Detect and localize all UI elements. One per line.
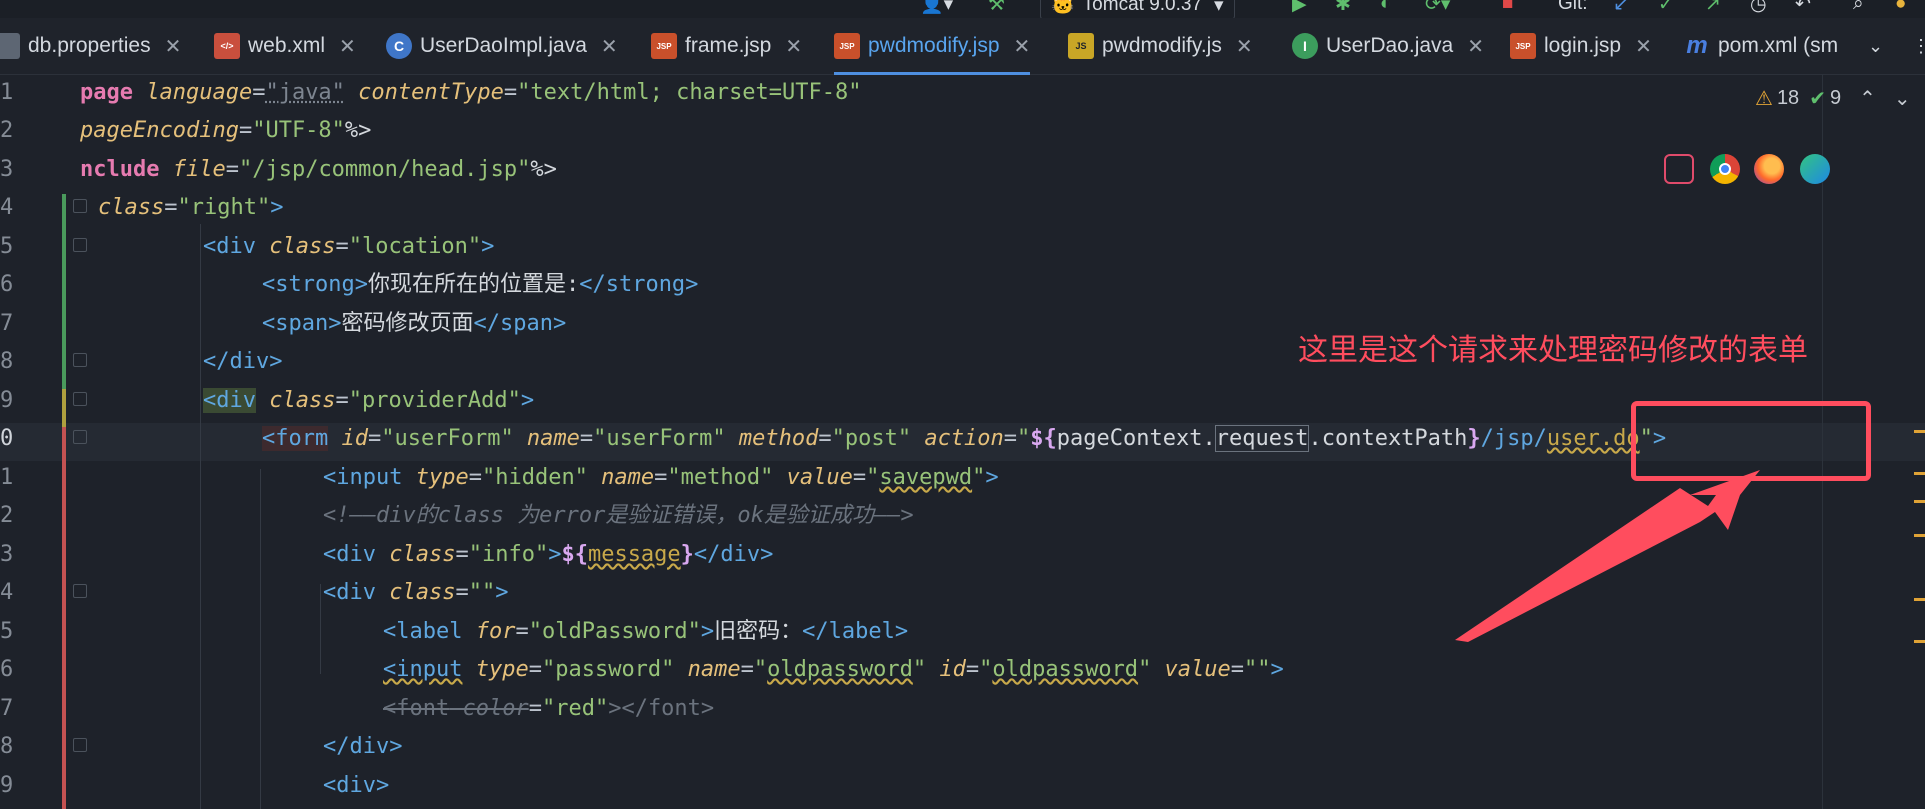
annotation-arrow [1455,470,1760,642]
